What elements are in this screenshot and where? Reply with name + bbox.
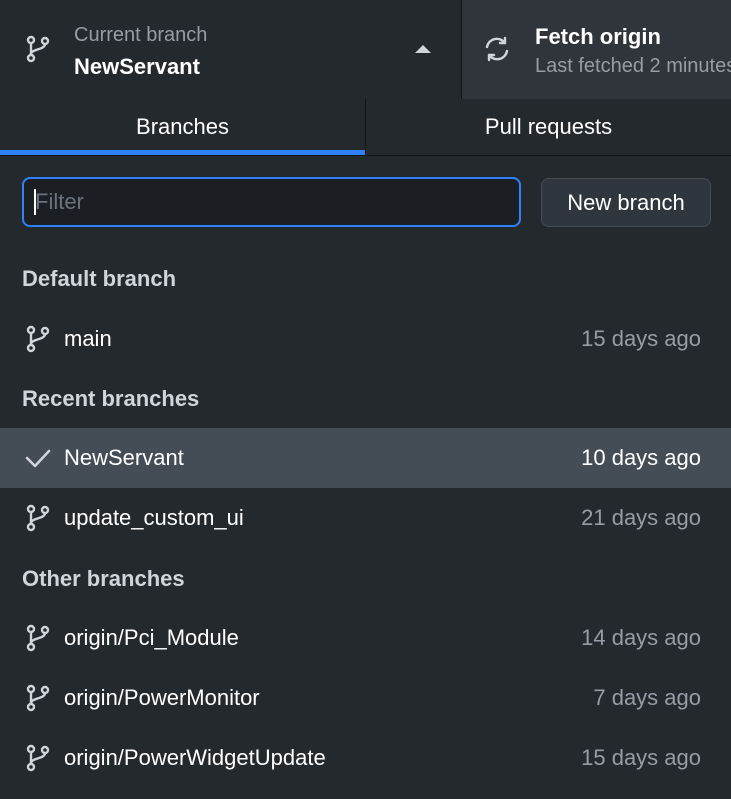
branch-name: origin/Pci_Module [64,625,239,650]
git-branch-icon [26,35,50,63]
fetch-subtitle: Last fetched 2 minutes ago [535,55,731,77]
branch-row-origin-powerwidgetupdate[interactable]: origin/PowerWidgetUpdate 15 days ago [0,728,731,788]
tab-branches-label: Branches [136,114,229,139]
branch-row-origin-powermonitor[interactable]: origin/PowerMonitor 7 days ago [0,668,731,728]
caret-up-icon [415,45,431,53]
current-branch-label: Current branch [74,24,208,46]
branch-row-newservant[interactable]: NewServant 10 days ago [0,428,731,488]
check-icon [25,449,51,468]
branch-row-update-custom-ui[interactable]: update_custom_ui 21 days ago [0,488,731,548]
branch-time: 15 days ago [581,745,701,770]
text-cursor [34,189,36,215]
branch-name: NewServant [64,445,184,470]
git-branch-icon [26,504,50,532]
git-branch-icon [26,325,50,353]
section-header-other: Other branches [22,566,185,591]
branch-time: 14 days ago [581,625,701,650]
branch-row-main[interactable]: main 15 days ago [0,309,731,369]
tab-pull-requests[interactable]: Pull requests [366,99,731,155]
tab-bar: Branches Pull requests [0,99,731,156]
fetch-origin-button[interactable]: Fetch origin Last fetched 2 minutes ago [462,0,731,99]
git-branch-icon [26,744,50,772]
fetch-title: Fetch origin [535,24,661,49]
filter-input[interactable] [22,177,521,227]
branch-name: origin/PowerMonitor [64,685,260,710]
current-branch-name: NewServant [74,54,200,79]
branches-panel: Current branch NewServant Fetch origin L… [0,0,731,799]
selected-tab-indicator [0,150,365,155]
section-header-recent: Recent branches [22,386,200,411]
branch-time: 21 days ago [581,505,701,530]
branch-name: origin/PowerWidgetUpdate [64,745,326,770]
sync-icon [485,36,509,62]
branch-time: 7 days ago [593,685,701,710]
branch-time: 10 days ago [581,445,701,470]
branch-row-origin-pci-module[interactable]: origin/Pci_Module 14 days ago [0,608,731,668]
section-header-default: Default branch [22,266,177,291]
branch-time: 15 days ago [581,326,701,351]
tab-pull-requests-label: Pull requests [484,114,613,139]
toolbar: Current branch NewServant Fetch origin L… [0,0,731,100]
branch-name: update_custom_ui [64,505,244,530]
git-branch-icon [26,684,50,712]
tab-branches[interactable]: Branches [0,99,366,155]
git-branch-icon [26,624,50,652]
branch-name: main [64,326,112,351]
new-branch-button[interactable]: New branch [541,178,711,227]
current-branch-button[interactable]: Current branch NewServant [0,0,462,99]
